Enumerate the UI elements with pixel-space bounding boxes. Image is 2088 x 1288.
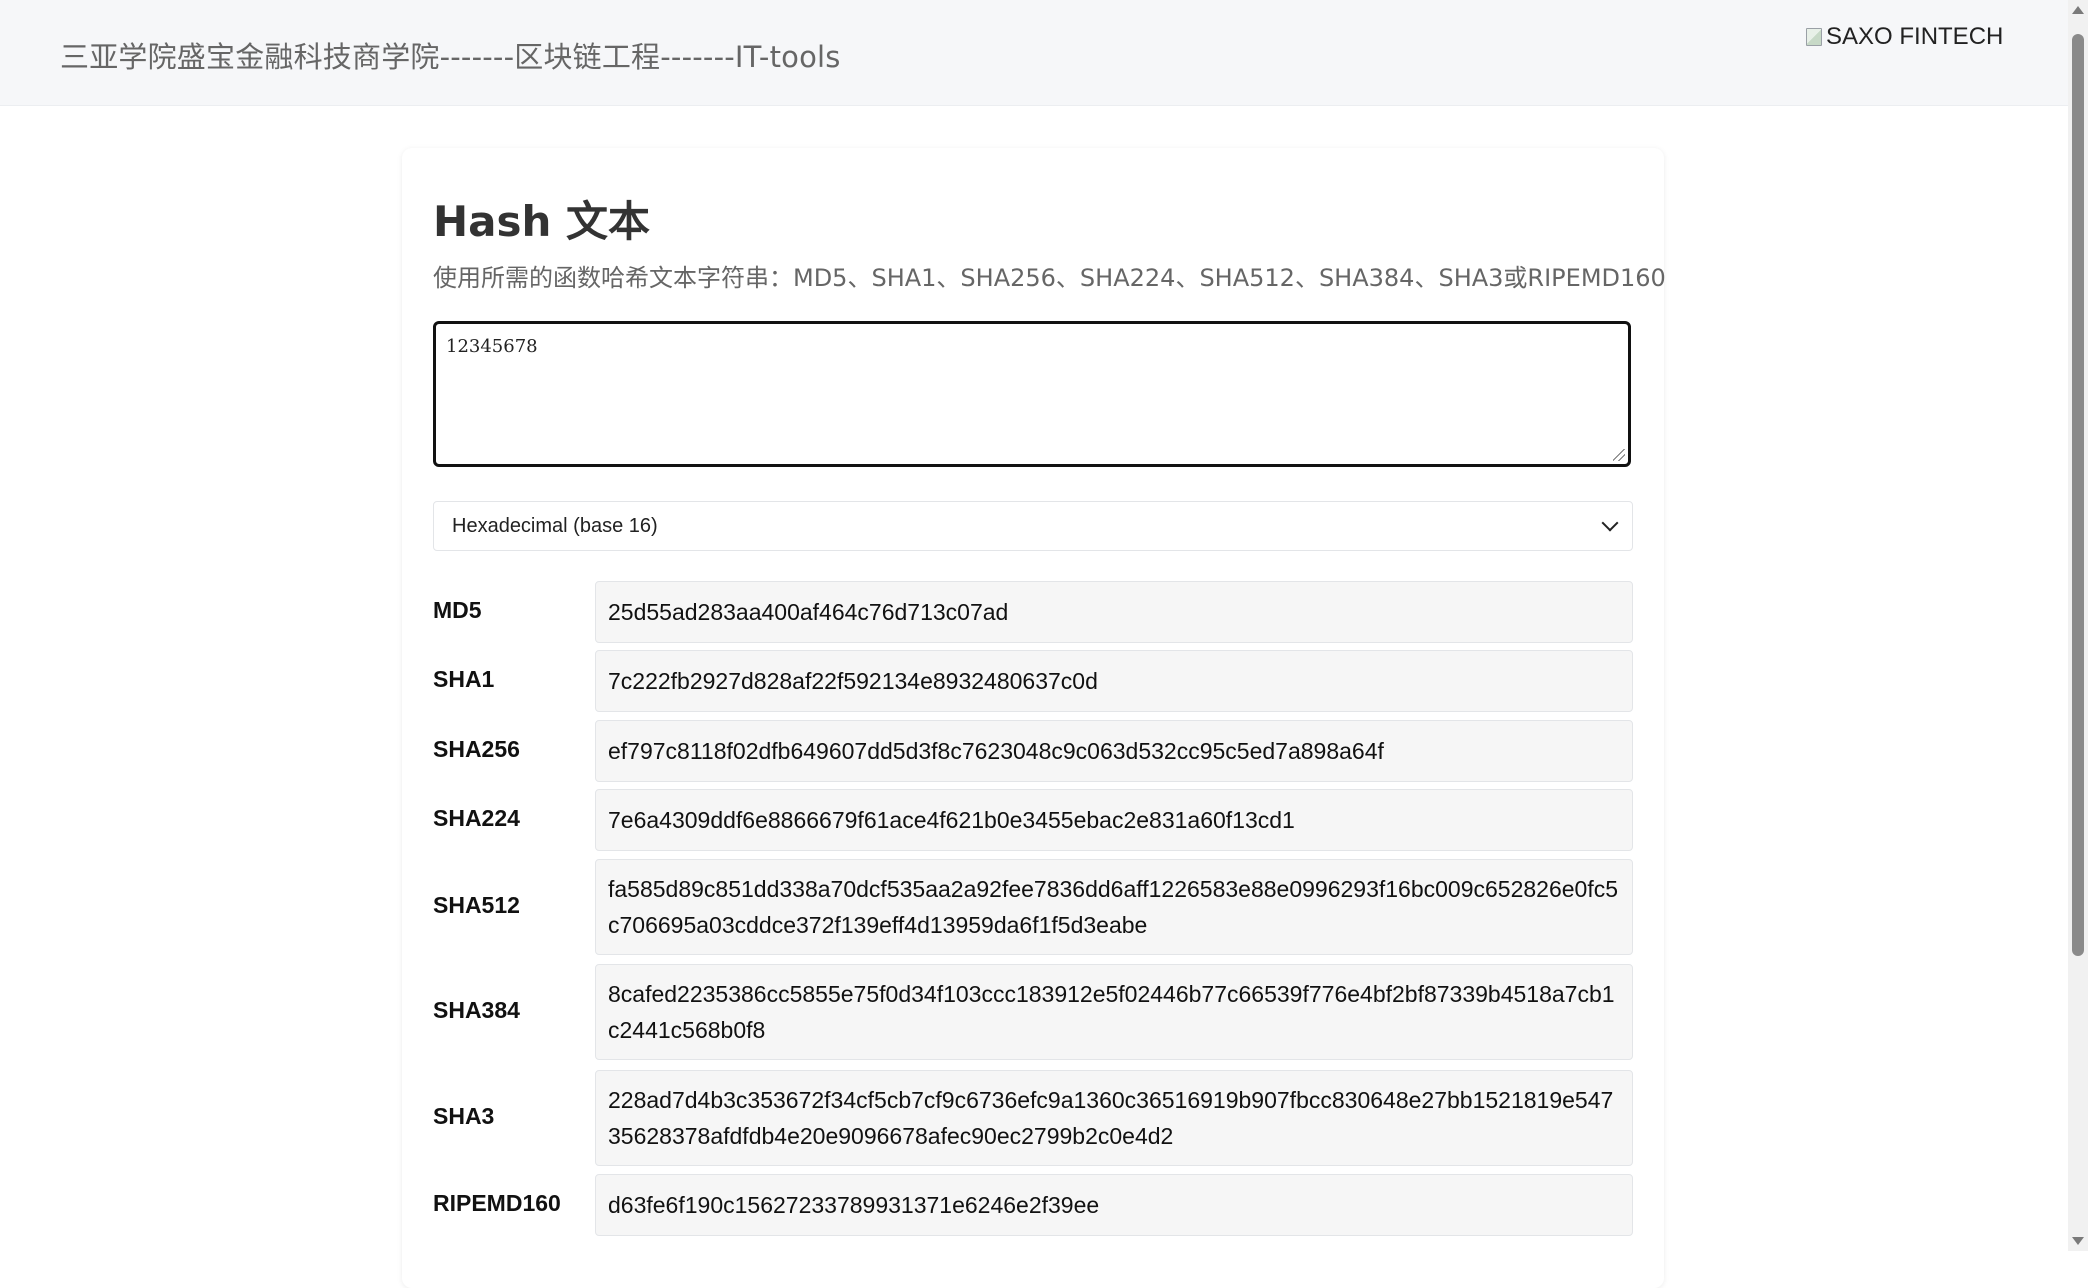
hash-label: SHA224: [433, 805, 520, 831]
hash-row-sha1: SHA1 7c222fb2927d828af22f592134e89324806…: [433, 650, 1633, 712]
logo-alt-text: SAXO FINTECH: [1826, 23, 2004, 50]
hash-value-sha256[interactable]: ef797c8118f02dfb649607dd5d3f8c7623048c9c…: [595, 720, 1633, 782]
hash-row-sha384: SHA384 8cafed2235386cc5855e75f0d34f103cc…: [433, 964, 1633, 1060]
hash-row-sha3: SHA3 228ad7d4b3c353672f34cf5cb7cf9c6736e…: [433, 1070, 1633, 1166]
scroll-down-arrow-icon[interactable]: [2072, 1237, 2084, 1245]
text-to-hash-input[interactable]: 12345678: [433, 321, 1631, 467]
broken-image-icon: [1804, 26, 1824, 48]
hash-label: RIPEMD160: [433, 1190, 561, 1216]
hash-label: SHA3: [433, 1103, 495, 1129]
hash-label: SHA256: [433, 736, 520, 762]
hash-label: SHA1: [433, 666, 495, 692]
scrollbar-thumb[interactable]: [2072, 34, 2084, 956]
hash-row-sha512: SHA512 fa585d89c851dd338a70dcf535aa2a92f…: [433, 859, 1633, 955]
hash-row-sha224: SHA224 7e6a4309ddf6e8866679f61ace4f621b0…: [433, 789, 1633, 851]
hash-value-ripemd160[interactable]: d63fe6f190c15627233789931371e6246e2f39ee: [595, 1174, 1633, 1236]
hash-text-card: Hash 文本 使用所需的函数哈希文本字符串：MD5、SHA1、SHA256、S…: [402, 148, 1666, 1288]
hash-row-md5: MD5 25d55ad283aa400af464c76d713c07ad: [433, 581, 1633, 643]
page-scrollbar[interactable]: [2068, 0, 2088, 1251]
hash-value-sha224[interactable]: 7e6a4309ddf6e8866679f61ace4f621b0e3455eb…: [595, 789, 1633, 851]
site-brand-title[interactable]: 三亚学院盛宝金融科技商学院-------区块链工程-------IT-tools: [60, 34, 841, 76]
top-navbar: 三亚学院盛宝金融科技商学院-------区块链工程-------IT-tools…: [0, 0, 2068, 106]
hash-value-md5[interactable]: 25d55ad283aa400af464c76d713c07ad: [595, 581, 1633, 643]
digest-encoding-select[interactable]: Hexadecimal (base 16): [433, 501, 1633, 551]
hash-row-ripemd160: RIPEMD160 d63fe6f190c15627233789931371e6…: [433, 1174, 1633, 1236]
scroll-up-arrow-icon[interactable]: [2072, 6, 2084, 14]
hash-label: SHA384: [433, 997, 520, 1023]
digest-encoding-selected-value: Hexadecimal (base 16): [452, 514, 658, 537]
hash-value-sha384[interactable]: 8cafed2235386cc5855e75f0d34f103ccc183912…: [595, 964, 1633, 1060]
hash-value-sha512[interactable]: fa585d89c851dd338a70dcf535aa2a92fee7836d…: [595, 859, 1633, 955]
hash-value-sha1[interactable]: 7c222fb2927d828af22f592134e8932480637c0d: [595, 650, 1633, 712]
hash-value-sha3[interactable]: 228ad7d4b3c353672f34cf5cb7cf9c6736efc9a1…: [595, 1070, 1633, 1166]
page-title: Hash 文本: [433, 197, 651, 246]
logo[interactable]: SAXO FINTECH: [1804, 22, 2003, 52]
hash-label: MD5: [433, 597, 482, 623]
hash-label: SHA512: [433, 892, 520, 918]
page-description: 使用所需的函数哈希文本字符串：MD5、SHA1、SHA256、SHA224、SH…: [433, 264, 1666, 292]
resize-handle-icon[interactable]: [1613, 449, 1625, 461]
hash-row-sha256: SHA256 ef797c8118f02dfb649607dd5d3f8c762…: [433, 720, 1633, 782]
chevron-down-icon: [1601, 514, 1619, 532]
